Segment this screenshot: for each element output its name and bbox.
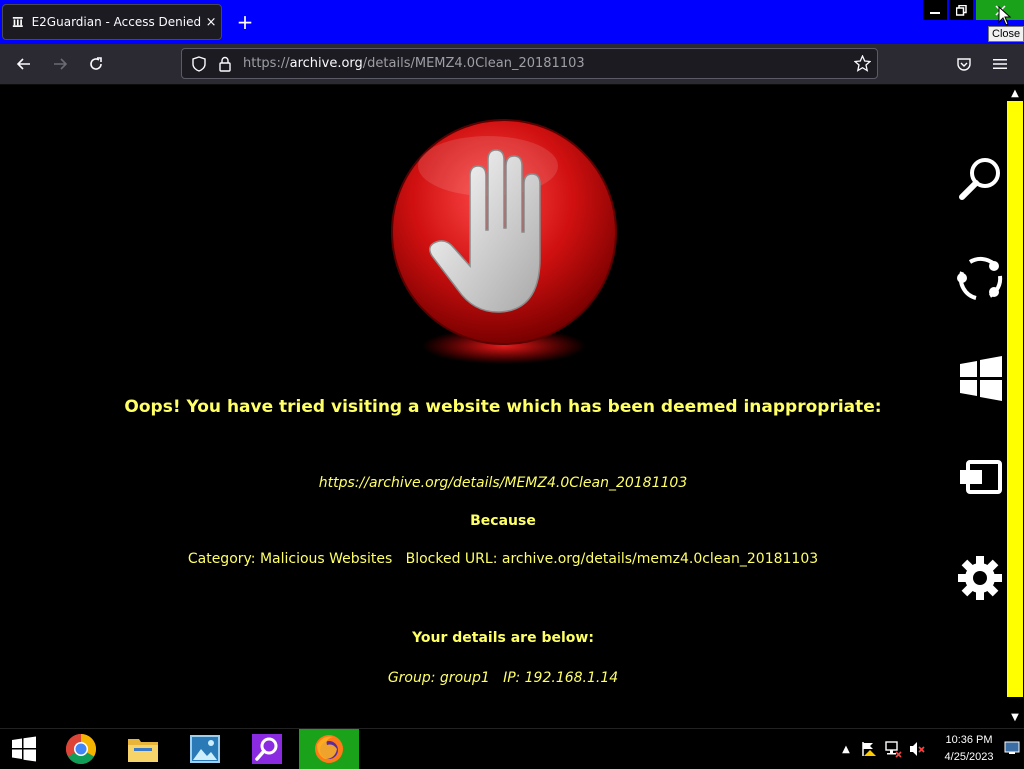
system-tray: ▲: [838, 729, 926, 769]
vertical-scrollbar[interactable]: ▲ ▼: [1006, 85, 1024, 728]
url-host: archive.org: [289, 56, 363, 71]
show-hidden-icons-icon[interactable]: ▲: [838, 744, 854, 755]
search-icon[interactable]: [954, 152, 1006, 204]
details-heading: Your details are below:: [412, 630, 594, 646]
scroll-down-icon[interactable]: ▼: [1006, 711, 1024, 725]
tab-access-denied[interactable]: E2Guardian - Access Denied ×: [2, 4, 222, 40]
close-tooltip: Close: [988, 26, 1024, 42]
clock-time: 10:36 PM: [945, 734, 993, 746]
notification-icon: [1004, 741, 1020, 754]
forward-button[interactable]: [48, 52, 72, 76]
pocket-icon: [957, 58, 971, 71]
start-icon[interactable]: [954, 352, 1006, 404]
reload-button[interactable]: [84, 52, 108, 76]
blocked-url: https://archive.org/details/MEMZ4.0Clean…: [318, 475, 688, 491]
taskbar-file-explorer[interactable]: [113, 729, 173, 769]
restore-icon: [955, 4, 967, 16]
back-arrow-icon: [16, 58, 30, 70]
page-heading: Oops! You have tried visiting a website …: [124, 397, 882, 417]
start-button[interactable]: [0, 729, 48, 769]
new-tab-button[interactable]: +: [233, 9, 257, 35]
title-bar: E2Guardian - Access Denied × + Close: [0, 0, 1024, 44]
windows-logo-icon: [12, 736, 36, 762]
tab-close-icon[interactable]: ×: [201, 15, 221, 30]
folder-icon: [128, 739, 158, 762]
back-button[interactable]: [12, 52, 36, 76]
restore-button[interactable]: [949, 0, 973, 20]
share-icon[interactable]: [954, 252, 1006, 304]
navigation-bar: https://archive.org/details/MEMZ4.0Clean…: [0, 44, 1024, 85]
network-icon[interactable]: [884, 740, 902, 758]
bookmark-star-icon[interactable]: [854, 55, 871, 72]
taskbar: ▲ 10:36 PM 4/25/2023: [0, 728, 1024, 769]
firefox-icon: [315, 735, 343, 763]
because-label: Because: [470, 513, 536, 529]
lock-icon[interactable]: [218, 56, 232, 72]
group-ip-line: Group: group1 IP: 192.168.1.14: [387, 670, 619, 686]
action-center-flag-icon[interactable]: [860, 740, 878, 758]
photos-icon: [190, 735, 220, 763]
show-desktop-button[interactable]: [1004, 740, 1020, 760]
taskbar-search-app[interactable]: [237, 729, 297, 769]
chrome-icon: [65, 734, 97, 765]
tab-title: E2Guardian - Access Denied: [31, 15, 202, 29]
mouse-cursor-icon: [998, 6, 1012, 26]
archive-favicon-icon: [12, 17, 23, 27]
minimize-icon: [930, 12, 940, 14]
category-line: Category: Malicious Websites Blocked URL…: [187, 551, 819, 567]
forward-arrow-icon: [54, 58, 68, 70]
taskbar-photos[interactable]: [175, 729, 235, 769]
reload-icon: [90, 57, 102, 70]
menu-button[interactable]: [988, 52, 1012, 76]
taskbar-firefox[interactable]: [299, 729, 359, 769]
clock-date: 4/25/2023: [944, 751, 994, 763]
magnifier-app-icon: [252, 734, 282, 764]
scroll-thumb[interactable]: [1007, 101, 1023, 697]
taskbar-clock[interactable]: 10:36 PM 4/25/2023: [938, 732, 1000, 766]
url-prefix: https://: [243, 56, 290, 71]
taskbar-chrome[interactable]: [51, 729, 111, 769]
shield-icon[interactable]: [191, 56, 207, 72]
hamburger-menu-icon: [993, 59, 1007, 69]
pocket-button[interactable]: [952, 52, 976, 76]
url-text[interactable]: https://archive.org/details/MEMZ4.0Clean…: [243, 56, 585, 71]
stop-hand-icon: [391, 119, 617, 364]
address-bar[interactable]: https://archive.org/details/MEMZ4.0Clean…: [181, 48, 878, 79]
minimize-button[interactable]: [923, 0, 947, 20]
devices-icon[interactable]: [954, 452, 1006, 504]
url-path: /details/MEMZ4.0Clean_20181103: [362, 56, 585, 71]
settings-icon[interactable]: [954, 552, 1006, 604]
scroll-up-icon[interactable]: ▲: [1006, 87, 1024, 101]
volume-muted-icon[interactable]: [908, 740, 926, 758]
